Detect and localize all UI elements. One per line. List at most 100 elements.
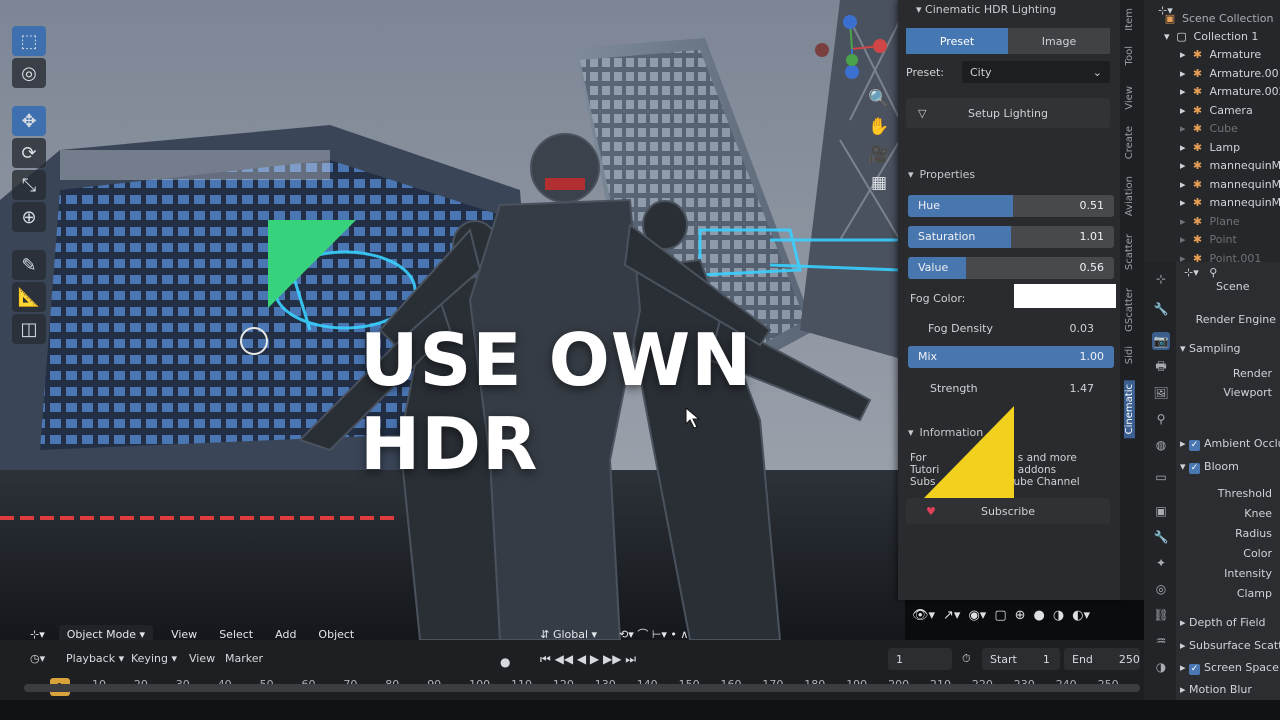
tab-aviation[interactable]: Aviation xyxy=(1124,176,1135,216)
wireframe-icon[interactable]: ⊕ xyxy=(1015,608,1026,623)
properties-header[interactable]: ▾ Properties xyxy=(908,168,975,181)
fog-density-row[interactable]: Fog Density 0.03 xyxy=(910,322,1116,335)
cursor-icon[interactable]: ◎ xyxy=(12,58,46,88)
transform-icon[interactable]: ⊕ xyxy=(12,202,46,232)
outliner-item[interactable]: ▸ ✱ Point xyxy=(1180,233,1237,246)
particles-icon[interactable]: ✦ xyxy=(1152,554,1170,572)
mix-slider[interactable]: Mix 1.00 xyxy=(908,346,1114,368)
material-icon[interactable]: ◑ xyxy=(1152,658,1170,676)
menu-marker[interactable]: Marker xyxy=(225,652,263,665)
overlay-icon[interactable]: ◉▾ xyxy=(968,608,986,623)
menu-view[interactable]: View xyxy=(167,625,201,641)
menu-add[interactable]: Add xyxy=(271,625,300,641)
constraints-icon[interactable]: ⛓ xyxy=(1152,606,1170,624)
orientation-dropdown[interactable]: ⇵ Global ▾ xyxy=(536,625,601,641)
editor-type-icon[interactable]: ◷▾ xyxy=(30,652,45,665)
motion-blur-row[interactable]: ▸ Motion Blur xyxy=(1180,683,1252,696)
sampling-header[interactable]: ▾ Sampling xyxy=(1180,342,1241,355)
scene-icon[interactable]: ⚲ xyxy=(1152,410,1170,428)
mode-dropdown[interactable]: Object Mode ▾ xyxy=(58,624,154,640)
record-icon[interactable]: ● xyxy=(500,655,510,669)
tool-icon[interactable]: 🔧 xyxy=(1152,300,1170,318)
tab-tool[interactable]: Tool xyxy=(1124,46,1135,65)
strength-row[interactable]: Strength 1.47 xyxy=(910,382,1116,395)
outliner-item[interactable]: ▸ ✱ Armature xyxy=(1180,48,1261,61)
current-frame-field[interactable]: 1 xyxy=(888,648,952,670)
ambient-occlusion-row[interactable]: ▸ ✓Ambient Occlus xyxy=(1180,437,1280,451)
outliner-item[interactable]: ▸ ✱ Camera xyxy=(1180,104,1253,117)
output-icon[interactable]: 🖶 xyxy=(1152,358,1170,376)
editor-type-icon[interactable]: ⊹ xyxy=(1152,270,1170,288)
value-slider[interactable]: Value 0.56 xyxy=(908,257,1114,279)
material-icon[interactable]: ◑ xyxy=(1053,608,1064,623)
checkbox-icon[interactable]: ✓ xyxy=(1189,440,1201,451)
setup-lighting-button[interactable]: ▽ Setup Lighting xyxy=(906,98,1110,128)
menu-playback[interactable]: Playback ▾ xyxy=(66,652,124,665)
fog-color-swatch[interactable] xyxy=(1014,284,1116,308)
hue-slider[interactable]: Hue 0.51 xyxy=(908,195,1114,217)
outliner-item[interactable]: ▸ ✱ Armature.002 xyxy=(1180,85,1280,98)
3d-viewport[interactable]: ⬚ ◎ ✥ ⟳ ⤡ ⊕ ✎ 📐 ◫ 🔍 ✋ 🎥 ▦ ⊹▾ Object Mode… xyxy=(0,0,905,640)
tab-scatter[interactable]: Scatter xyxy=(1124,234,1135,270)
stopwatch-icon[interactable]: ⏱ xyxy=(962,652,971,666)
saturation-slider[interactable]: Saturation 1.01 xyxy=(908,226,1114,248)
tab-gscatter[interactable]: GScatter xyxy=(1124,288,1135,332)
menu-keying[interactable]: Keying ▾ xyxy=(131,652,177,665)
end-frame-field[interactable]: End 250 xyxy=(1064,648,1140,670)
tab-cinematic[interactable]: Cinematic xyxy=(1124,380,1135,439)
tab-sidi[interactable]: Sidi xyxy=(1124,346,1135,364)
gizmo-toggle-icon[interactable]: ↗▾ xyxy=(943,608,960,623)
snap-icon[interactable]: ⟲▾ ⌒ ⊢▾ • ∧ xyxy=(615,623,692,640)
checkbox-icon[interactable]: ✓ xyxy=(1189,463,1201,474)
view-layer-icon[interactable]: 🖼 xyxy=(1152,384,1170,402)
tab-preset[interactable]: Preset xyxy=(906,28,1008,54)
visibility-icon[interactable]: 👁▾ xyxy=(912,608,935,623)
search-icon[interactable]: ⚲ xyxy=(1209,266,1217,279)
collection-icon[interactable]: ▭ xyxy=(1152,468,1170,486)
outliner-item[interactable]: ▸ ✱ mannequinM xyxy=(1180,178,1280,191)
world-icon[interactable]: ◍ xyxy=(1152,436,1170,454)
scale-icon[interactable]: ⤡ xyxy=(12,170,46,200)
menu-select[interactable]: Select xyxy=(215,625,257,641)
solid-icon[interactable]: ● xyxy=(1034,608,1045,623)
zoom-icon[interactable]: 🔍 xyxy=(866,86,892,112)
move-icon[interactable]: ✥ xyxy=(12,106,46,136)
tab-create[interactable]: Create xyxy=(1124,126,1135,159)
outliner-item[interactable]: ▸ ✱ mannequinM xyxy=(1180,159,1280,172)
rotate-icon[interactable]: ⟳ xyxy=(12,138,46,168)
physics-icon[interactable]: ◎ xyxy=(1152,580,1170,598)
editor-type-icon[interactable]: ⊹▾ xyxy=(30,628,45,641)
xray-icon[interactable]: ▢ xyxy=(994,608,1006,623)
ortho-grid-icon[interactable]: ▦ xyxy=(866,170,892,196)
depth-of-field-row[interactable]: ▸ Depth of Field xyxy=(1180,616,1266,629)
camera-view-icon[interactable]: 🎥 xyxy=(866,142,892,168)
preset-dropdown[interactable]: City ⌄ xyxy=(962,61,1110,83)
bloom-row[interactable]: ▾ ✓ Bloom xyxy=(1180,460,1239,474)
subscribe-button[interactable]: ♥ Subscribe xyxy=(906,498,1110,524)
object-icon[interactable]: ▣ xyxy=(1152,502,1170,520)
playback-controls[interactable]: ⏮ ◀◀ ◀ ▶ ▶▶ ⏭ xyxy=(540,652,636,667)
outliner-item[interactable]: ▸ ✱ Lamp xyxy=(1180,141,1240,154)
modifier-icon[interactable]: 🔧 xyxy=(1152,528,1170,546)
rendered-icon[interactable]: ◐▾ xyxy=(1072,608,1090,623)
data-icon[interactable]: ♒ xyxy=(1152,632,1170,650)
subsurface-row[interactable]: ▸ Subsurface Scatte xyxy=(1180,639,1280,652)
collapse-arrow-icon[interactable]: ▾ xyxy=(916,3,922,16)
tab-image[interactable]: Image xyxy=(1008,28,1110,54)
tab-view[interactable]: View xyxy=(1124,86,1135,110)
props-search[interactable]: ⊹▾ ⚲ xyxy=(1184,266,1217,279)
timeline-scrollbar[interactable] xyxy=(24,684,1140,692)
menu-view[interactable]: View xyxy=(189,652,215,665)
scene-collection[interactable]: ▣ Scene Collection xyxy=(1164,12,1274,25)
collection-row[interactable]: ▾ ▢ Collection 1 xyxy=(1164,30,1258,43)
render-icon[interactable]: 📷 xyxy=(1152,332,1170,350)
measure-icon[interactable]: 📐 xyxy=(12,282,46,312)
annotate-icon[interactable]: ✎ xyxy=(12,250,46,280)
outliner-item[interactable]: ▸ ✱ mannequinM xyxy=(1180,196,1280,209)
outliner-item[interactable]: ▸ ✱ Cube xyxy=(1180,122,1238,135)
pan-hand-icon[interactable]: ✋ xyxy=(866,114,892,140)
select-box-icon[interactable]: ⬚ xyxy=(12,26,46,56)
start-frame-field[interactable]: Start 1 xyxy=(982,648,1060,670)
navigation-gizmo[interactable] xyxy=(812,14,892,84)
outliner-item[interactable]: ▸ ✱ Plane xyxy=(1180,215,1240,228)
